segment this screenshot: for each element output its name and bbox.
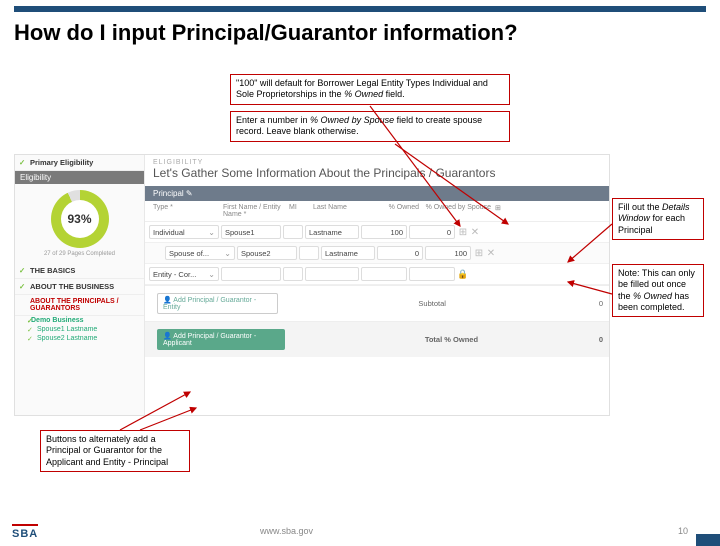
pencil-icon[interactable]: ✎ [186,189,193,198]
callout-add-buttons: Buttons to alternately add a Principal o… [40,430,190,472]
first-name-input[interactable]: Spouse2 [237,246,297,260]
eligibility-label: ELIGIBILITY [145,155,609,166]
total-row: 👤 Add Principal / Guarantor - Applicant … [145,321,609,357]
footer-url: www.sba.gov [260,526,313,536]
hdr-pct: % Owned [371,204,423,218]
last-name-input[interactable]: Lastname [305,225,359,239]
progress-donut-wrap: 93% 27 of 29 Pages Completed [15,184,144,263]
mi-input[interactable] [283,267,303,281]
pct-owned-input[interactable] [361,267,407,281]
pct-owned-input[interactable]: 100 [361,225,407,239]
progress-pct: 93% [51,212,109,226]
add-principal-applicant-button[interactable]: 👤 Add Principal / Guarantor - Applicant [157,329,285,350]
subtotal-label: Subtotal [418,299,554,308]
slide-title: How do I input Principal/Guarantor infor… [14,20,706,46]
details-icon[interactable]: ⊞ [457,227,469,238]
progress-donut: 93% [51,190,109,248]
hdr-last: Last Name [313,204,371,218]
type-select[interactable]: Entity - Cor... [149,267,219,281]
sidebar-about-business[interactable]: ABOUT THE BUSINESS [15,279,144,295]
details-icon[interactable]: ⊞ [473,248,485,259]
sidebar-demo-business[interactable]: Demo Business [15,316,144,325]
pct-spouse-input[interactable]: 100 [425,246,471,260]
total-value: 0 [556,335,603,344]
principal-bar: Principal ✎ [145,186,609,201]
hdr-actions: ⊞ [495,204,523,218]
sidebar-about-principals[interactable]: ABOUT THE PRINCIPALS / GUARANTORS [15,295,144,316]
pct-spouse-input[interactable]: 0 [409,225,455,239]
main-heading: Let's Gather Some Information About the … [145,166,609,186]
callout-pct-owned-default: "100" will default for Borrower Legal En… [230,74,510,105]
last-name-input[interactable] [305,267,359,281]
hdr-spouse: % Owned by Spouse [423,204,495,218]
type-select[interactable]: Spouse of... [165,246,235,260]
callout-details-window: Fill out the Details Window for each Pri… [612,198,704,240]
lock-icon: 🔒 [457,269,469,280]
sidebar-basics[interactable]: THE BASICS [15,263,144,279]
callout-details-note: Note: This can only be filled out once t… [612,264,704,317]
subtotal-row: 👤 Add Principal / Guarantor - Entity Sub… [145,285,609,321]
sidebar-primary-eligibility[interactable]: Primary Eligibility [15,155,144,171]
type-select[interactable]: Individual [149,225,219,239]
principal-row: Spouse of... Spouse2 Lastname 0 100 ⊞ ✕ [145,243,609,264]
principal-row: Entity - Cor... 🔒 [145,264,609,285]
app-screenshot: Primary Eligibility Eligibility 93% 27 o… [14,154,610,416]
pct-spouse-input[interactable] [409,267,455,281]
top-rule [14,6,706,12]
page-number: 10 [678,526,688,536]
last-name-input[interactable]: Lastname [321,246,375,260]
pct-owned-input[interactable]: 0 [377,246,423,260]
first-name-input[interactable] [221,267,281,281]
add-principal-entity-button[interactable]: 👤 Add Principal / Guarantor - Entity [157,293,278,314]
hdr-type: Type * [149,204,223,218]
sba-logo: SBA [12,524,38,540]
sidebar-spouse2[interactable]: Spouse2 Lastname [15,334,144,343]
mi-input[interactable] [299,246,319,260]
mi-input[interactable] [283,225,303,239]
corner-decoration [696,534,720,546]
sidebar-spouse1[interactable]: Spouse1 Lastname [15,325,144,334]
principal-row: Individual Spouse1 Lastname 100 0 ⊞ ✕ [145,222,609,243]
sidebar: Primary Eligibility Eligibility 93% 27 o… [15,155,145,415]
delete-icon[interactable]: ✕ [469,227,481,238]
delete-icon[interactable]: ✕ [485,248,497,259]
main-panel: ELIGIBILITY Let's Gather Some Informatio… [145,155,609,415]
first-name-input[interactable]: Spouse1 [221,225,281,239]
total-label: Total % Owned [425,335,556,344]
callout-pct-spouse: Enter a number in % Owned by Spouse fiel… [230,111,510,142]
progress-caption: 27 of 29 Pages Completed [15,251,144,257]
hdr-first: First Name / Entity Name * [223,204,289,218]
sidebar-eligibility-band: Eligibility [15,171,144,184]
hdr-mi: MI [289,204,313,218]
grid-header: Type * First Name / Entity Name * MI Las… [145,201,609,222]
subtotal-value: 0 [554,299,603,308]
